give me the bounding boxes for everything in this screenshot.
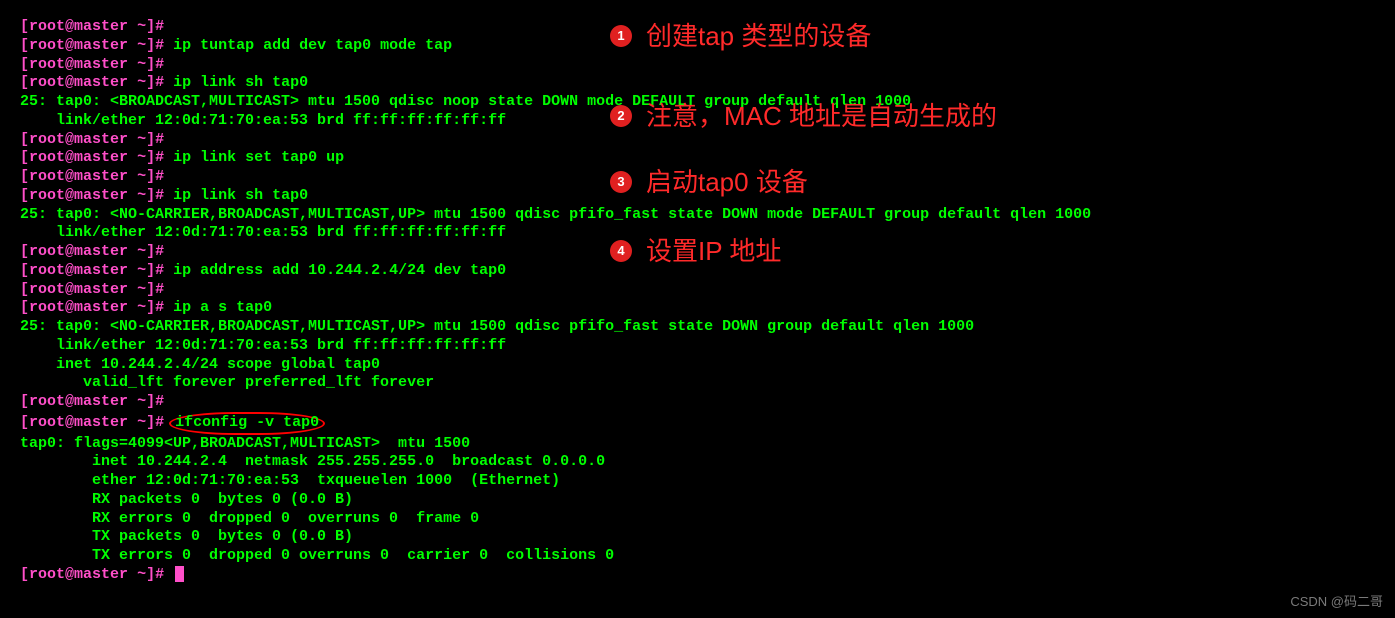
terminal-output: TX packets 0 bytes 0 (0.0 B) bbox=[20, 528, 1375, 547]
terminal-output: RX packets 0 bytes 0 (0.0 B) bbox=[20, 491, 1375, 510]
terminal-output: ether 12:0d:71:70:ea:53 txqueuelen 1000 … bbox=[20, 472, 1375, 491]
terminal-output: valid_lft forever preferred_lft forever bbox=[20, 374, 1375, 393]
annotation-4: 4 设置IP 地址 bbox=[610, 235, 781, 268]
annotation-3: 3 启动tap0 设备 bbox=[610, 166, 808, 199]
terminal-line: [root@master ~]# bbox=[20, 56, 1375, 75]
terminal-line: [root@master ~]# ip link sh tap0 bbox=[20, 74, 1375, 93]
terminal-output: 25: tap0: <NO-CARRIER,BROADCAST,MULTICAS… bbox=[20, 318, 1375, 337]
annotation-text: 注意，MAC 地址是自动生成的 bbox=[646, 100, 997, 133]
terminal-line: [root@master ~]# bbox=[20, 281, 1375, 300]
annotation-1: 1 创建tap 类型的设备 bbox=[610, 20, 871, 53]
badge-icon: 4 bbox=[610, 240, 632, 262]
terminal-line: [root@master ~]# bbox=[20, 393, 1375, 412]
badge-icon: 1 bbox=[610, 25, 632, 47]
terminal-output: inet 10.244.2.4 netmask 255.255.255.0 br… bbox=[20, 453, 1375, 472]
terminal-output: link/ether 12:0d:71:70:ea:53 brd ff:ff:f… bbox=[20, 337, 1375, 356]
terminal[interactable]: [root@master ~]# [root@master ~]# ip tun… bbox=[0, 0, 1395, 603]
terminal-line: [root@master ~]# ifconfig -v tap0 bbox=[20, 412, 1375, 435]
annotation-text: 创建tap 类型的设备 bbox=[646, 20, 871, 53]
cursor-icon bbox=[175, 566, 184, 582]
badge-icon: 2 bbox=[610, 105, 632, 127]
terminal-output: tap0: flags=4099<UP,BROADCAST,MULTICAST>… bbox=[20, 435, 1375, 454]
annotation-text: 启动tap0 设备 bbox=[646, 166, 808, 199]
terminal-line: [root@master ~]# ip a s tap0 bbox=[20, 299, 1375, 318]
terminal-output: TX errors 0 dropped 0 overruns 0 carrier… bbox=[20, 547, 1375, 566]
annotation-text: 设置IP 地址 bbox=[646, 235, 781, 268]
terminal-line: [root@master ~]# bbox=[20, 131, 1375, 150]
badge-icon: 3 bbox=[610, 171, 632, 193]
terminal-line: [root@master ~]# bbox=[20, 566, 1375, 585]
terminal-output: 25: tap0: <NO-CARRIER,BROADCAST,MULTICAS… bbox=[20, 206, 1375, 225]
annotation-2: 2 注意，MAC 地址是自动生成的 bbox=[610, 100, 997, 133]
terminal-output: inet 10.244.2.4/24 scope global tap0 bbox=[20, 356, 1375, 375]
highlighted-command: ifconfig -v tap0 bbox=[169, 412, 325, 435]
watermark: CSDN @码二哥 bbox=[1290, 594, 1383, 610]
terminal-output: RX errors 0 dropped 0 overruns 0 frame 0 bbox=[20, 510, 1375, 529]
